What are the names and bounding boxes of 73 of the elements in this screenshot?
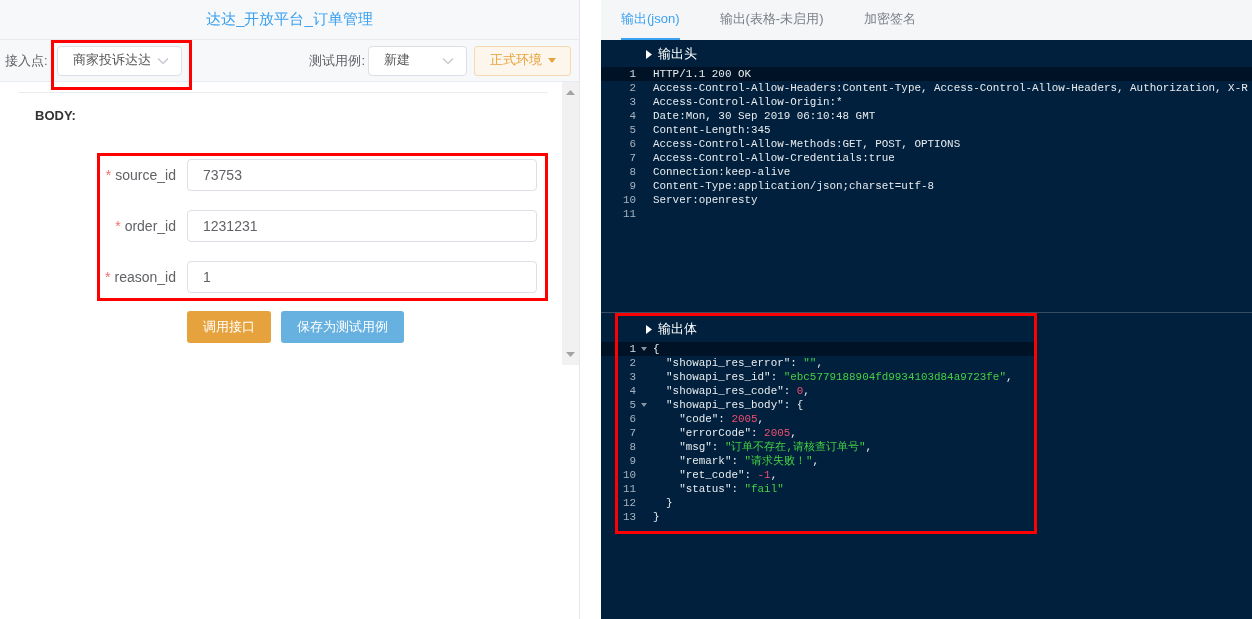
code-line: Content-Type:application/json;charset=utf-8 bbox=[652, 179, 935, 193]
line-number: 1 bbox=[601, 342, 649, 356]
line-number: 4 bbox=[628, 384, 637, 398]
line-number: 2 bbox=[628, 356, 637, 370]
code-line: Access-Control-Allow-Methods:GET, POST, OPTIONS bbox=[652, 137, 961, 151]
line-number: 12 bbox=[621, 496, 637, 510]
code-line: Access-Control-Allow-Credentials:true bbox=[652, 151, 895, 165]
input-field[interactable]: 1 bbox=[187, 261, 537, 293]
code-line: "showapi_res_code": 0, bbox=[665, 384, 810, 398]
line-number: 9 bbox=[628, 179, 637, 193]
line-number: 11 bbox=[621, 482, 637, 496]
code-line: "code": 2005, bbox=[678, 412, 765, 426]
line-number: 8 bbox=[628, 165, 637, 179]
field-label: 测试用例: bbox=[309, 51, 365, 70]
line-number: 10 bbox=[621, 468, 637, 482]
line-number: 8 bbox=[628, 440, 637, 454]
code-line: } bbox=[652, 510, 660, 524]
page-title: 达达_开放平台_订单管理 bbox=[206, 10, 373, 29]
input-field[interactable]: 1231231 bbox=[187, 210, 537, 242]
code-line: } bbox=[665, 496, 673, 510]
test-case-select[interactable]: 新建 bbox=[368, 45, 467, 76]
fold-caret-icon bbox=[641, 403, 647, 407]
chevron-down-icon bbox=[156, 56, 169, 65]
output-tab[interactable]: 输出(表格-未启用) bbox=[719, 0, 824, 40]
section-title[interactable]: 输出体 bbox=[658, 320, 697, 338]
code-line: Date:Mon, 30 Sep 2019 06:10:48 GMT bbox=[652, 109, 876, 123]
scroll-up-icon bbox=[566, 90, 575, 95]
triangle-right-icon bbox=[646, 324, 652, 334]
code-line: "errorCode": 2005, bbox=[678, 426, 797, 440]
line-number: 5 bbox=[628, 123, 637, 137]
line-number: 11 bbox=[621, 207, 637, 221]
code-line: "msg": "订单不存在,请核查订单号", bbox=[678, 440, 873, 454]
line-number: 9 bbox=[628, 454, 637, 468]
code-line: "showapi_res_error": "", bbox=[665, 356, 823, 370]
code-line: "showapi_res_body": { bbox=[665, 398, 804, 412]
line-number: 13 bbox=[621, 510, 637, 524]
code-line: Server:openresty bbox=[652, 193, 758, 207]
section-label: BODY: bbox=[35, 108, 77, 123]
line-number: 3 bbox=[628, 370, 637, 384]
caret-down-icon bbox=[547, 58, 556, 63]
line-number: 7 bbox=[628, 426, 637, 440]
code-line: Connection:keep-alive bbox=[652, 165, 791, 179]
code-line: Access-Control-Allow-Origin:* bbox=[652, 95, 843, 109]
line-number: 6 bbox=[628, 412, 637, 426]
code-line: "remark": "请求失败！", bbox=[678, 454, 820, 468]
chevron-down-icon bbox=[442, 56, 454, 65]
fold-caret-icon bbox=[641, 347, 647, 351]
section-title[interactable]: 输出头 bbox=[658, 45, 697, 63]
field-label: * reason_id bbox=[104, 269, 177, 285]
line-number: 5 bbox=[601, 398, 649, 412]
line-number: 7 bbox=[628, 151, 637, 165]
entry-point-select[interactable]: 商家投诉达达 bbox=[56, 45, 182, 76]
triangle-right-icon bbox=[646, 49, 652, 59]
code-line: Content-Length:345 bbox=[652, 123, 771, 137]
field-label: * source_id bbox=[104, 167, 177, 183]
line-number: 2 bbox=[628, 81, 637, 95]
line-number: 10 bbox=[621, 193, 637, 207]
field-label: * order_id bbox=[114, 218, 177, 234]
line-number: 6 bbox=[628, 137, 637, 151]
code-line: "ret_code": -1, bbox=[678, 468, 778, 482]
code-line: "status": "fail" bbox=[678, 482, 784, 496]
input-field[interactable]: 73753 bbox=[187, 159, 537, 191]
field-label: 接入点: bbox=[5, 51, 48, 70]
line-number: 4 bbox=[628, 109, 637, 123]
code-line: HTTP/1.1 200 OK bbox=[652, 67, 752, 81]
line-number: 1 bbox=[628, 67, 637, 81]
code-line: { bbox=[652, 342, 660, 356]
output-tab[interactable]: 加密签名 bbox=[863, 0, 916, 40]
code-line: Access-Control-Allow-Headers:Content-Type, Access-Control-Allow-Headers, Authorization, X-R bbox=[652, 81, 1248, 95]
code-line: "showapi_res_id": "ebc5779188904fd9934103d84a9723fe", bbox=[665, 370, 1013, 384]
scrollbar[interactable] bbox=[562, 82, 579, 365]
line-number: 3 bbox=[628, 95, 637, 109]
scroll-down-icon bbox=[566, 352, 575, 357]
